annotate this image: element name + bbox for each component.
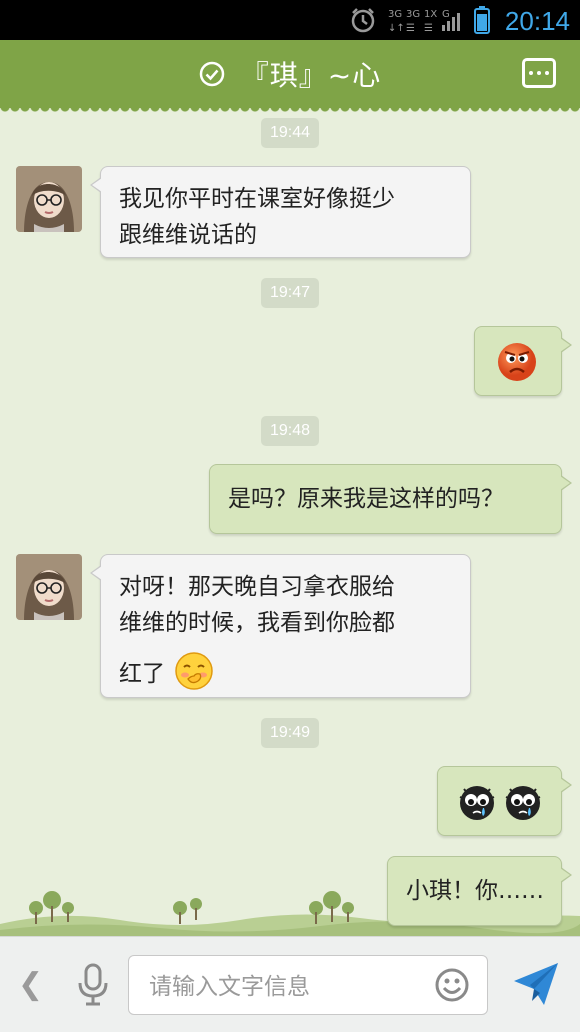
svg-text:↓↑: ↓↑ bbox=[388, 23, 405, 34]
message-line: 维维的时候，我看到你脸都 bbox=[119, 610, 395, 636]
more-icon-dot bbox=[545, 71, 549, 75]
crying-bug-emoji bbox=[459, 786, 495, 820]
angry-face-emoji bbox=[498, 343, 536, 381]
message-text: 是吗？原来我是这样的吗？ bbox=[228, 486, 504, 512]
shy-face-emoji bbox=[175, 652, 214, 690]
avatar-image bbox=[16, 554, 82, 620]
svg-text:G: G bbox=[442, 9, 450, 20]
collapse-button[interactable]: ❮ bbox=[18, 967, 43, 1002]
timestamp: 19:48 bbox=[261, 416, 319, 446]
svg-text:☰: ☰ bbox=[424, 23, 433, 34]
message-text: 小琪！你…… bbox=[406, 878, 544, 904]
received-message[interactable]: 对呀！那天晚自习拿衣服给 维维的时候，我看到你脸都 红了 bbox=[90, 554, 471, 698]
voice-button[interactable] bbox=[76, 963, 110, 1011]
battery-icon bbox=[474, 6, 490, 34]
sent-message[interactable]: 是吗？原来我是这样的吗？ bbox=[209, 464, 572, 534]
message-line: 我见你平时在课室好像挺少 bbox=[119, 186, 395, 212]
svg-text:3G: 3G bbox=[406, 9, 420, 20]
network-icon: 3G ↓↑ 3G ☰ 1X ☰ G bbox=[388, 9, 460, 34]
timestamp: 19:49 bbox=[261, 718, 319, 748]
timestamp: 19:44 bbox=[261, 118, 319, 148]
avatar[interactable] bbox=[16, 554, 82, 620]
microphone-icon bbox=[78, 963, 108, 1006]
more-icon-dot bbox=[529, 71, 533, 75]
smiley-icon bbox=[435, 968, 469, 1002]
message-line: 跟维维说话的 bbox=[119, 222, 257, 248]
avatar-image bbox=[16, 166, 82, 232]
svg-text:1X: 1X bbox=[424, 9, 437, 20]
chat-title: 『琪』~心 bbox=[0, 40, 580, 108]
more-icon-dot bbox=[537, 71, 541, 75]
svg-text:3G: 3G bbox=[388, 9, 402, 20]
sent-message[interactable] bbox=[474, 326, 572, 396]
message-list[interactable]: 19:44 我见你平时在课室好像挺少 跟维维说话的 19:47 19:48 是吗… bbox=[0, 108, 580, 938]
more-button[interactable] bbox=[522, 58, 556, 88]
sent-message[interactable]: 小琪！你…… bbox=[387, 856, 572, 926]
alarm-icon bbox=[351, 8, 375, 33]
message-line: 红了 bbox=[119, 661, 165, 687]
sent-message[interactable] bbox=[437, 766, 572, 836]
message-input-box[interactable] bbox=[128, 955, 488, 1015]
status-bar: 3G ↓↑ 3G ☰ 1X ☰ G 20:14 bbox=[0, 0, 580, 40]
online-check-icon bbox=[199, 61, 225, 87]
avatar[interactable] bbox=[16, 166, 82, 232]
message-line-last: 红了 bbox=[119, 651, 452, 692]
status-icons: 3G ↓↑ 3G ☰ 1X ☰ G bbox=[350, 6, 490, 34]
svg-text:☰: ☰ bbox=[406, 23, 415, 34]
contact-name[interactable]: 『琪』~心 bbox=[241, 54, 381, 94]
chat-header: 『琪』~心 bbox=[0, 40, 580, 114]
crying-bug-emoji bbox=[505, 786, 541, 820]
emoji-button[interactable] bbox=[435, 968, 469, 1006]
status-time: 20:14 bbox=[504, 6, 570, 36]
message-line: 对呀！那天晚自习拿衣服给 bbox=[119, 574, 395, 600]
send-icon bbox=[514, 963, 558, 1005]
timestamp: 19:47 bbox=[261, 278, 319, 308]
received-message[interactable]: 我见你平时在课室好像挺少 跟维维说话的 bbox=[90, 166, 471, 258]
send-button[interactable] bbox=[512, 961, 560, 1011]
input-bar: ❮ bbox=[0, 936, 580, 1032]
message-input[interactable] bbox=[147, 966, 421, 1008]
